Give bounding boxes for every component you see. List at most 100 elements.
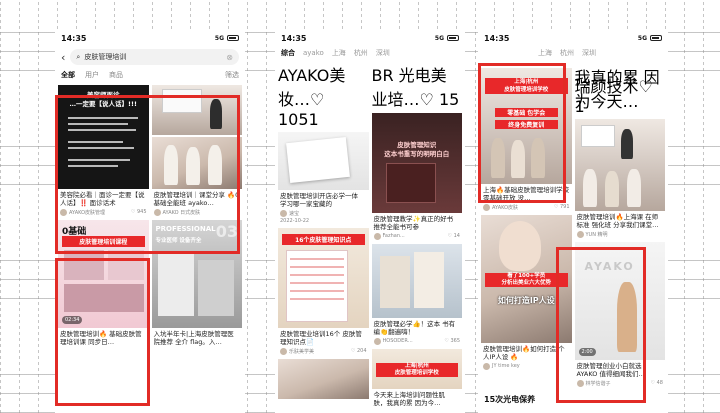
status-bar: 14:35 5G [478, 30, 668, 46]
note-title: 皮肤管理培训🔥如何打造 个人IP人设 🔥 [483, 345, 565, 361]
note-card[interactable]: 美容师面诊 …一定要【说人话】!!! 美容院必看｜面诊一定要【说人话】‼️ 面诊… [58, 85, 149, 217]
note-title: 皮肤管理必学👍！这本 书有编👏翻遍嗨！ [373, 320, 456, 336]
note-cover [278, 359, 369, 399]
note-cover: PROFESSIONAL 专业医师 设备齐全 03 [151, 220, 242, 328]
note-title: 皮肤管理培训｜课堂分享 🔥0基础全能班 ayako… [153, 191, 240, 207]
note-card[interactable]: 上海|杭州 皮肤管理培训学校 零基础 包学会 终身免费复训 上海🔥基础皮肤管理培… [481, 68, 572, 212]
tab-shanghai[interactable]: 上海 [332, 48, 346, 58]
status-bar: 14:35 5G [55, 30, 245, 46]
signal-label: 5G [214, 34, 224, 42]
search-icon: ⌕ [76, 52, 81, 61]
cover-text: 看了100+学员 分析出美业六大优势 [485, 273, 568, 287]
tab-ayako[interactable]: ayako [303, 49, 324, 57]
back-arrow-icon[interactable]: ‹ [61, 51, 65, 64]
note-title: 皮肤管理业培训16个 皮肤管理知识点📄 [280, 330, 362, 346]
author-name: 林学信谐子 [585, 380, 611, 387]
note-title: 我真的累 因为今天… [574, 68, 660, 111]
tab-shanghai[interactable]: 上海 [538, 48, 552, 58]
note-card[interactable]: 皮肤管理必学👍！这本 书有编👏翻遍嗨！ HOSODER… ♡ 365 [371, 244, 462, 346]
note-cover: 看了100+学员 分析出美业六大优势 如何打造IP人设 [481, 215, 572, 343]
video-duration: 02:34 [62, 316, 83, 324]
phone-screen-feed: 14:35 5G 综合 ayako 上海 杭州 深圳 AYAKO美妆…♡ 105… [275, 30, 465, 413]
search-input[interactable]: ⌕ 皮肤管理培训 ⊗ [70, 49, 239, 65]
author-name: HOSODER… [382, 338, 413, 344]
avatar [483, 203, 490, 211]
note-card[interactable]: 皮肤管理培训开店必学一体 学习哪一家宝藏的 速宝 2022-10-22 [278, 132, 369, 225]
note-card[interactable]: 0基础 皮肤管理培训课程 02:34 皮肤管理培训🔥 基础皮肤管理培训课 同步日… [58, 220, 149, 346]
note-title: 皮肤管理培训开店必学一体 学习哪一家宝藏的 [280, 192, 358, 208]
topic-tabs: 上海 杭州 深圳 [478, 46, 668, 60]
author-name: AYAKO 日式皮肤 [162, 209, 201, 216]
cover-subtitle: 皮肤管理培训课程 [62, 236, 145, 247]
note-card[interactable]: 皮肤管理知识 这本书重写的明明白白 皮肤管理教学✨真正的好书 推荐全能书可参 F… [371, 113, 462, 241]
author-name: YUN 精明 [585, 231, 608, 238]
signal-label: 5G [434, 34, 444, 42]
feed-grid: 上海|杭州 皮肤管理培训学校 零基础 包学会 终身免费复训 上海🔥基础皮肤管理培… [478, 60, 668, 388]
cover-text: 上海|杭州 皮肤管理培训学校 [375, 363, 458, 377]
feed-grid: AYAKO美妆…♡ 1051 皮肤管理培训开店必学一体 学习哪一家宝藏的 速宝 … [275, 62, 465, 407]
note-card[interactable]: 上海|杭州 皮肤管理培训学校 今天来上海培训问题性肌 肤，我真的累 因为今… [371, 349, 462, 407]
tab-hangzhou[interactable]: 杭州 [354, 48, 368, 58]
clear-icon[interactable]: ⊗ [226, 53, 233, 62]
topic-tabs: 综合 ayako 上海 杭州 深圳 [275, 46, 465, 60]
note-cover: 上海|杭州 皮肤管理培训学校 零基础 包学会 终身免费复训 [481, 68, 572, 184]
cover-number: 03 [215, 222, 238, 241]
avatar [280, 209, 287, 217]
filter-button[interactable]: 筛选 [225, 70, 239, 80]
filter-all[interactable]: 全部 [61, 70, 75, 80]
status-time: 14:35 [61, 33, 87, 43]
filter-products[interactable]: 商品 [109, 70, 123, 80]
battery-icon [447, 35, 459, 41]
note-cover [151, 85, 242, 189]
author-name: AYAKO皮肤 [492, 204, 519, 211]
brand-logo: AYAKO [584, 260, 635, 273]
note-card[interactable]: 皮肤管理培训🔥上海课 在师标准 强化班 分享我们课堂… YUN 精明 [574, 119, 665, 239]
avatar [60, 208, 67, 216]
note-card[interactable]: PROFESSIONAL 专业医师 设备齐全 03 入坑半年卡|上海皮肤管理医院… [151, 220, 242, 346]
note-card[interactable]: 看了100+学员 分析出美业六大优势 如何打造IP人设 皮肤管理培训🔥如何打造 … [481, 215, 572, 371]
note-title: 皮肤管理培训🔥 基础皮肤管理培训课 同步日… [60, 330, 142, 346]
note-card[interactable]: 皮肤管理培训｜课堂分享 🔥0基础全能班 ayako… AYAKO 日式皮肤 [151, 85, 242, 217]
tab-shenzhen[interactable]: 深圳 [376, 48, 390, 58]
tab-general[interactable]: 综合 [281, 48, 295, 58]
avatar [483, 362, 490, 370]
avatar [280, 347, 287, 355]
avatar [576, 230, 584, 238]
filter-users[interactable]: 用户 [85, 70, 99, 80]
search-query: 皮肤管理培训 [84, 53, 127, 61]
note-title: 皮肤管理教学✨真正的好书 推荐全能书可参 [373, 215, 454, 231]
note-title: 入坑半年卡|上海皮肤管理医院推荐 全介 flag。入… [153, 330, 234, 346]
phone-screen-search: 14:35 5G ‹ ⌕ 皮肤管理培训 ⊗ 全部 用户 商品 筛选 美容师面诊 … [55, 30, 245, 413]
author-name: Fazhan... [382, 233, 405, 239]
avatar [153, 208, 161, 216]
cover-headline: 如何打造IP人设 [497, 296, 555, 305]
note-cover: 皮肤管理知识 这本书重写的明明白白 [371, 113, 462, 213]
note-cover: 16个皮肤管理知识点 [278, 228, 369, 328]
tab-shenzhen[interactable]: 深圳 [582, 48, 596, 58]
tab-hangzhou[interactable]: 杭州 [560, 48, 574, 58]
filter-tabs: 全部 用户 商品 筛选 [55, 68, 245, 82]
note-cover: AYAKO 2:00 [574, 242, 665, 360]
card-meta: 瑞颜技术♡ 1 [574, 77, 653, 116]
note-cover [278, 132, 369, 190]
card-meta: AYAKO美妆…♡ 1051 [278, 66, 346, 129]
note-cover [371, 244, 462, 318]
note-card[interactable]: AYAKO 2:00 皮肤管理创业小白就选 AYAKO 值得细闻我们… 林学信谐… [574, 242, 665, 388]
battery-icon [227, 35, 239, 41]
author-name: 速宝 [289, 210, 300, 217]
note-card[interactable]: 16个皮肤管理知识点 皮肤管理业培训16个 皮肤管理知识点📄 乐肤美学美 ♡ 20… [278, 228, 369, 356]
battery-icon [650, 35, 662, 41]
note-cover: 上海|杭州 皮肤管理培训学校 [371, 349, 462, 389]
note-title: 美容院必看｜面诊一定要【说人话】‼️ 面诊话术 [60, 191, 145, 207]
author-name: 乐肤美学美 [289, 348, 315, 355]
note-card[interactable] [278, 359, 369, 399]
author-name: JY time key [492, 363, 520, 369]
like-count[interactable]: ♡ 945 [131, 209, 147, 215]
status-time: 14:35 [484, 33, 510, 43]
avatar [576, 379, 584, 387]
phone-screen-feed-2: 14:35 5G 上海 杭州 深圳 上海|杭州 皮肤管理培训学校 零基础 包学会… [478, 30, 668, 413]
cover-tag: 零基础 包学会 [495, 108, 558, 117]
note-title: 皮肤管理创业小白就选 AYAKO 值得细闻我们… [576, 362, 645, 378]
card-meta: BR 光电美业培…♡ 15 [371, 66, 460, 109]
video-duration: 2:00 [578, 348, 596, 356]
